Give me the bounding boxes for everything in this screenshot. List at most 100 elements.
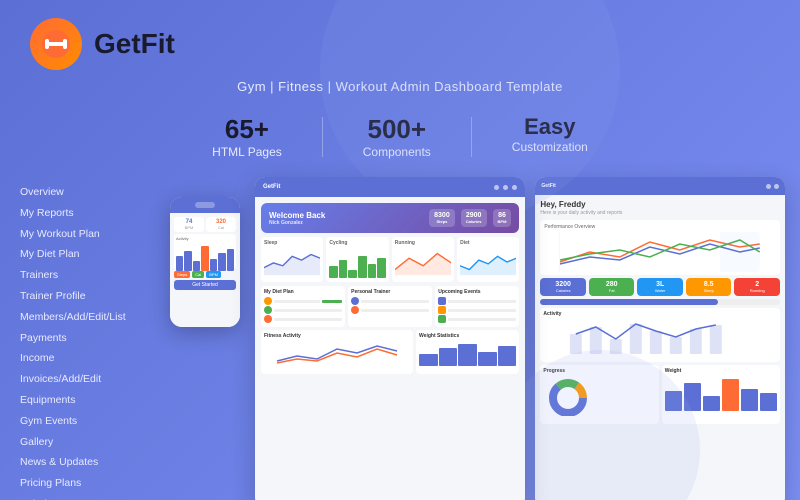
- weight-chart-title: Weight Statistics: [419, 333, 516, 339]
- chart-sleep-title: Sleep: [264, 240, 320, 246]
- rp-main-chart: Performance Overview: [540, 220, 780, 275]
- event-row-1: [438, 297, 516, 305]
- mobile-bar-2: [184, 251, 191, 271]
- w-bar-2: [439, 348, 458, 366]
- nav-item-invoices[interactable]: Invoices/Add/Edit: [20, 369, 155, 390]
- preview-welcome-text: Welcome Back: [269, 211, 325, 220]
- nav-item-trainers[interactable]: Trainers: [20, 265, 155, 286]
- preview-user: Nick Gonzalez: [269, 220, 325, 226]
- mobile-phone-header: [170, 197, 240, 213]
- rp-stat-calories-label: Calories: [542, 288, 584, 293]
- preview-badge-cal: 2900 Calories: [461, 209, 487, 227]
- mobile-body: 74 BPM 320 Cal Activity: [170, 213, 240, 327]
- events-title: Upcoming Events: [438, 289, 516, 295]
- mobile-tags: Steps Cal BPM: [174, 271, 236, 278]
- logo-area: GetFit: [30, 18, 175, 70]
- fitness-chart-svg: [264, 341, 410, 366]
- mobile-bar-7: [227, 249, 234, 271]
- preview-badge-cal-num: 2900: [466, 212, 482, 219]
- nav-item-payments[interactable]: Payments: [20, 328, 155, 349]
- chart-diet-svg: [460, 248, 516, 276]
- preview-chart-sleep: Sleep: [261, 237, 323, 282]
- rp-w-bar-5: [741, 389, 758, 411]
- dashboard-preview-main: GetFit Welcome Back Nick Gonzalez: [255, 177, 525, 500]
- mobile-tag-2: Cal: [192, 271, 204, 278]
- chart-running-svg: [395, 248, 451, 276]
- mobile-notch: [195, 202, 215, 208]
- nav-item-workout[interactable]: My Workout Plan: [20, 224, 155, 245]
- rp-sub: Here is your daily activity and reports: [540, 210, 780, 216]
- diet-text-4: [274, 318, 342, 321]
- diet-plan-title: My Diet Plan: [264, 289, 342, 295]
- nav-item-gallery[interactable]: Gallery: [20, 432, 155, 453]
- event-icon-3: [438, 315, 446, 323]
- rp-stat-fat-label: Fat: [591, 288, 633, 293]
- trainer-row-1: [351, 297, 429, 305]
- diet-avatar-3: [264, 315, 272, 323]
- event-row-2: [438, 306, 516, 314]
- diet-row-1: [264, 297, 342, 305]
- mobile-cta[interactable]: Get Started: [174, 280, 236, 290]
- nav-item-diet[interactable]: My Diet Plan: [20, 244, 155, 265]
- rp-stat-sleep-label: Sleep: [688, 288, 730, 293]
- trainer-title: Personal Trainer: [351, 289, 429, 295]
- diet-row-3: [264, 315, 342, 323]
- event-icon-1: [438, 297, 446, 305]
- mobile-stat-label-2: Cal: [208, 225, 234, 230]
- preview-upcoming-events: Upcoming Events: [435, 286, 519, 327]
- mobile-stat-2: 320 Cal: [206, 217, 236, 232]
- nav-item-events[interactable]: Gym Events: [20, 411, 155, 432]
- preview-personal-trainer: Personal Trainer: [348, 286, 432, 327]
- preview-logo-small: GetFit: [263, 184, 280, 190]
- w-bar-5: [498, 346, 517, 366]
- diet-avatar-1: [264, 297, 272, 305]
- rp-activity-svg: [543, 319, 777, 354]
- rp-stat-running-num: 2: [736, 281, 778, 288]
- nav-item-income[interactable]: Income: [20, 348, 155, 369]
- w-bar-4: [478, 352, 497, 366]
- preview-fitness-chart: Fitness Activity: [261, 330, 413, 374]
- chart-cycling-bars: [329, 248, 385, 278]
- nav-item-equipments[interactable]: Equipments: [20, 390, 155, 411]
- diet-avatar-2: [264, 306, 272, 314]
- nav-item-reports[interactable]: My Reports: [20, 203, 155, 224]
- rp-stat-fat: 280 Fat: [589, 278, 635, 296]
- right-preview-header: GetFit: [535, 177, 785, 195]
- right-dot-2: [774, 184, 779, 189]
- mobile-stats-row: 74 BPM 320 Cal: [174, 217, 236, 232]
- nav-item-overview[interactable]: Overview: [20, 182, 155, 203]
- stat-pages-label: HTML Pages: [212, 145, 282, 159]
- w-bar-3: [458, 344, 477, 366]
- preview-badge-steps-label: Steps: [434, 219, 450, 224]
- preview-chart-running: Running: [392, 237, 454, 282]
- preview-dot-1: [494, 185, 499, 190]
- rp-stat-water: 3L Water: [637, 278, 683, 296]
- rp-stat-calories: 3200 Calories: [540, 278, 586, 296]
- nav-item-trainer-profile[interactable]: Trainer Profile: [20, 286, 155, 307]
- rp-chart-svg: [544, 232, 776, 272]
- preview-welcome-banner: Welcome Back Nick Gonzalez 8300 Steps 29…: [261, 203, 519, 233]
- rp-stat-fat-num: 280: [591, 281, 633, 288]
- rp-stat-sleep: 8.5 Sleep: [686, 278, 732, 296]
- mobile-stat-label-1: BPM: [176, 225, 202, 230]
- chart-sleep-svg: [264, 248, 320, 276]
- rp-stat-running-label: Running: [736, 288, 778, 293]
- mobile-bar-4: [201, 246, 208, 271]
- nav-item-pricing[interactable]: Pricing Plans: [20, 473, 155, 494]
- mobile-tag-1: Steps: [174, 271, 190, 278]
- progress-bg-1: [540, 299, 780, 305]
- rp-w-bar-6: [760, 393, 777, 411]
- w-bar-1: [419, 354, 438, 366]
- event-row-3: [438, 315, 516, 323]
- nav-item-news[interactable]: News & Updates: [20, 452, 155, 473]
- preview-badge-bpm-label: BPM: [498, 219, 507, 224]
- preview-dot-3: [512, 185, 517, 190]
- rp-w-bar-4: [722, 379, 739, 411]
- nav-item-members[interactable]: Members/Add/Edit/List: [20, 307, 155, 328]
- mobile-bar-1: [176, 256, 183, 271]
- rp-weight-title: Weight: [665, 368, 777, 374]
- nav-item-salaries[interactable]: Salaries: [20, 494, 155, 500]
- preview-badge-bpm: 86 BPM: [493, 209, 512, 227]
- preview-welcome-content: Welcome Back Nick Gonzalez: [269, 211, 325, 226]
- mobile-bar-3: [193, 261, 200, 271]
